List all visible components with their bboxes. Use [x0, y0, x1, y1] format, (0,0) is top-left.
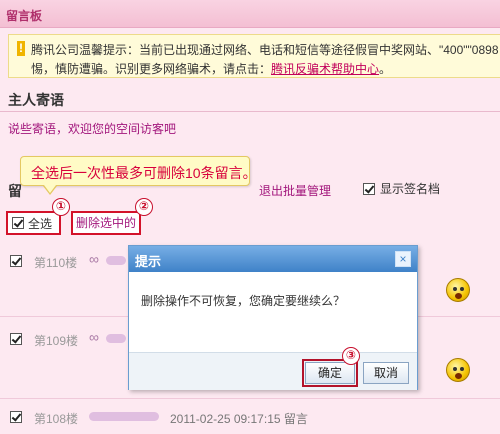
surprised-emoji-icon — [446, 358, 470, 382]
notice-line-2-text: 惕，慎防遭骗。识别更多网络骗术，请点击： — [31, 62, 272, 76]
host-message-heading: 主人寄语 — [8, 92, 64, 108]
blurred-username — [106, 256, 126, 265]
step-1-marker: ① — [52, 198, 70, 216]
fraud-notice: ! 腾讯公司温馨提示：当前已出现通过网络、电话和短信等途径假冒中奖网站、"400… — [8, 34, 500, 78]
show-signature-toggle[interactable]: 显示签名档 — [363, 180, 440, 197]
step-3-marker: ③ — [342, 347, 360, 365]
emoji-eye — [460, 287, 464, 291]
confirm-button[interactable]: 确定 — [305, 362, 355, 384]
blurred-username — [89, 412, 159, 421]
select-all-button[interactable]: 全选 — [6, 211, 61, 235]
floor-number: 第108楼 — [34, 412, 79, 426]
show-signature-checkbox[interactable] — [363, 182, 375, 195]
host-message[interactable]: 说些寄语，欢迎您的空间访客吧 — [8, 120, 176, 137]
dialog-footer: 确定 取消 — [129, 352, 417, 390]
row-checkbox[interactable] — [10, 255, 22, 267]
delete-selected-button[interactable]: 删除选中的 — [71, 211, 141, 235]
emoji-mouth — [455, 373, 462, 379]
dialog-message: 删除操作不可恢复，您确定要继续么？ — [141, 294, 346, 308]
tooltip-tail-inner — [44, 185, 56, 193]
emoji-eye — [453, 367, 457, 371]
page-title: 留言板 — [6, 9, 43, 23]
title-bar: 留言板 — [0, 0, 500, 28]
crying-emoji-icon — [446, 278, 470, 302]
select-all-checkbox[interactable] — [12, 217, 24, 229]
floor-number: 第109楼 — [34, 334, 79, 348]
floor-number: 第110楼 — [34, 256, 78, 270]
notice-line-1: 腾讯公司温馨提示：当前已出现通过网络、电话和短信等途径假冒中奖网站、"400""… — [31, 43, 499, 57]
message-row: 第108楼 2011-02-25 09:17:15 留言 — [0, 408, 500, 430]
user-level-icon: ∞ — [89, 329, 99, 345]
emoji-mouth — [455, 293, 462, 299]
close-icon[interactable]: × — [395, 251, 411, 267]
message-timestamp: 2011-02-25 09:17:15 留言 — [170, 412, 308, 426]
notice-line-2: 惕，慎防遭骗。识别更多网络骗术，请点击：腾讯反骗术帮助中心。 — [31, 60, 391, 77]
emoji-eye — [460, 367, 464, 371]
row-checkbox[interactable] — [10, 333, 22, 345]
user-level-icon: ∞ — [89, 251, 99, 267]
exit-batch-manage-link[interactable]: 退出批量管理 — [259, 182, 331, 199]
blurred-username — [106, 334, 126, 343]
emoji-eye — [453, 287, 457, 291]
divider — [0, 111, 500, 112]
warning-icon: ! — [17, 41, 25, 56]
select-all-tooltip: 全选后一次性最多可删除10条留言。 — [20, 156, 257, 195]
anti-fraud-help-link[interactable]: 腾讯反骗术帮助中心 — [271, 62, 379, 76]
dialog-title-bar: 提示 × — [129, 246, 417, 272]
row-checkbox[interactable] — [10, 411, 22, 423]
show-signature-label: 显示签名档 — [380, 182, 441, 196]
confirm-dialog: 提示 × 删除操作不可恢复，您确定要继续么？ 确定 取消 — [128, 245, 418, 390]
dialog-title: 提示 — [135, 254, 162, 269]
notice-line-2-suffix: 。 — [379, 62, 392, 76]
cancel-button[interactable]: 取消 — [363, 362, 409, 384]
step-2-marker: ② — [135, 198, 153, 216]
select-all-label: 全选 — [28, 216, 53, 231]
row-divider — [0, 398, 500, 399]
tooltip-text: 全选后一次性最多可删除10条留言。 — [31, 165, 257, 181]
